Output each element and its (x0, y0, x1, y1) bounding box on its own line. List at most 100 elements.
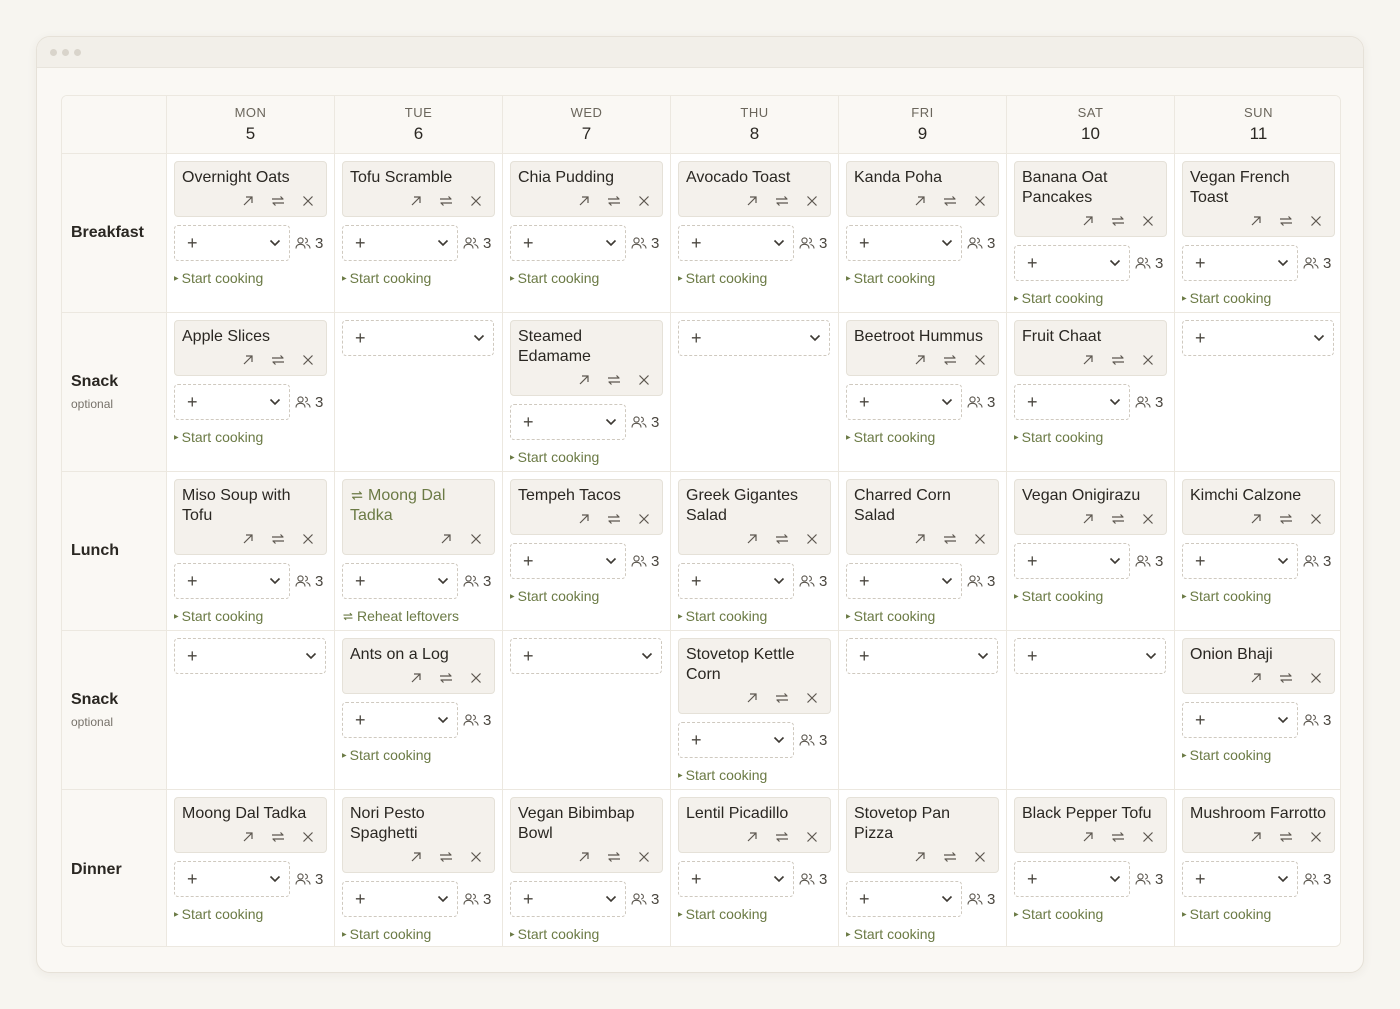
start-cooking-link[interactable]: ▶ Start cooking (846, 608, 999, 624)
add-meal-select[interactable]: + (1182, 702, 1298, 738)
swap-recipe-icon[interactable] (437, 669, 455, 687)
recipe-title[interactable]: Mushroom Farrotto (1190, 804, 1327, 824)
swap-recipe-icon[interactable] (773, 192, 791, 210)
servings-count[interactable]: 3 (799, 871, 827, 888)
swap-recipe-icon[interactable] (1109, 351, 1127, 369)
remove-recipe-icon[interactable] (467, 530, 485, 548)
open-recipe-icon[interactable] (407, 192, 425, 210)
start-cooking-link[interactable]: ▶ Start cooking (1182, 290, 1335, 306)
recipe-title[interactable]: Stovetop Kettle Corn (686, 645, 823, 685)
recipe-title[interactable]: Beetroot Hummus (854, 327, 991, 347)
add-meal-select[interactable]: + (1014, 638, 1166, 674)
recipe-card[interactable]: Chia Pudding (510, 161, 663, 217)
add-meal-select[interactable]: + (342, 881, 458, 917)
recipe-card[interactable]: Vegan French Toast (1182, 161, 1335, 237)
swap-recipe-icon[interactable] (269, 351, 287, 369)
add-meal-select[interactable]: + (174, 225, 290, 261)
remove-recipe-icon[interactable] (299, 351, 317, 369)
servings-count[interactable]: 3 (463, 712, 491, 729)
recipe-title[interactable]: Chia Pudding (518, 168, 655, 188)
recipe-title[interactable]: Vegan Bibimbap Bowl (518, 804, 655, 844)
swap-recipe-icon[interactable] (437, 192, 455, 210)
start-cooking-link[interactable]: ▶ Start cooking (510, 588, 663, 604)
recipe-title[interactable]: Steamed Edamame (518, 327, 655, 367)
recipe-title[interactable]: Charred Corn Salad (854, 486, 991, 526)
open-recipe-icon[interactable] (575, 371, 593, 389)
reheat-leftovers-link[interactable]: Reheat leftovers (342, 608, 495, 624)
recipe-card[interactable]: Kimchi Calzone (1182, 479, 1335, 535)
remove-recipe-icon[interactable] (635, 192, 653, 210)
remove-recipe-icon[interactable] (467, 669, 485, 687)
recipe-card[interactable]: Stovetop Kettle Corn (678, 638, 831, 714)
start-cooking-link[interactable]: ▶ Start cooking (1014, 906, 1167, 922)
recipe-title[interactable]: Nori Pesto Spaghetti (350, 804, 487, 844)
start-cooking-link[interactable]: ▶ Start cooking (1014, 429, 1167, 445)
remove-recipe-icon[interactable] (1139, 351, 1157, 369)
add-meal-select[interactable]: + (342, 563, 458, 599)
recipe-card[interactable]: Onion Bhaji (1182, 638, 1335, 694)
add-meal-select[interactable]: + (510, 543, 626, 579)
servings-count[interactable]: 3 (631, 891, 659, 908)
swap-recipe-icon[interactable] (1109, 828, 1127, 846)
start-cooking-link[interactable]: ▶ Start cooking (510, 926, 663, 942)
servings-count[interactable]: 3 (295, 871, 323, 888)
add-meal-select[interactable]: + (174, 563, 290, 599)
start-cooking-link[interactable]: ▶ Start cooking (1182, 906, 1335, 922)
servings-count[interactable]: 3 (967, 573, 995, 590)
add-meal-select[interactable]: + (1014, 384, 1130, 420)
recipe-card[interactable]: Ants on a Log (342, 638, 495, 694)
open-recipe-icon[interactable] (911, 848, 929, 866)
swap-recipe-icon[interactable] (605, 510, 623, 528)
start-cooking-link[interactable]: ▶ Start cooking (678, 608, 831, 624)
servings-count[interactable]: 3 (631, 414, 659, 431)
open-recipe-icon[interactable] (1247, 510, 1265, 528)
open-recipe-icon[interactable] (575, 192, 593, 210)
remove-recipe-icon[interactable] (299, 192, 317, 210)
swap-recipe-icon[interactable] (941, 192, 959, 210)
recipe-card[interactable]: Overnight Oats (174, 161, 327, 217)
remove-recipe-icon[interactable] (1307, 828, 1325, 846)
swap-recipe-icon[interactable] (941, 848, 959, 866)
remove-recipe-icon[interactable] (467, 848, 485, 866)
servings-count[interactable]: 3 (799, 573, 827, 590)
recipe-card[interactable]: Moong Dal Tadka (174, 797, 327, 853)
add-meal-select[interactable]: + (510, 225, 626, 261)
add-meal-select[interactable]: + (1182, 861, 1298, 897)
open-recipe-icon[interactable] (437, 530, 455, 548)
servings-count[interactable]: 3 (1303, 712, 1331, 729)
add-meal-select[interactable]: + (678, 722, 794, 758)
servings-count[interactable]: 3 (1135, 394, 1163, 411)
servings-count[interactable]: 3 (967, 235, 995, 252)
add-meal-select[interactable]: + (1182, 320, 1334, 356)
recipe-title[interactable]: Kimchi Calzone (1190, 486, 1327, 506)
recipe-title[interactable]: Ants on a Log (350, 645, 487, 665)
add-meal-select[interactable]: + (174, 384, 290, 420)
open-recipe-icon[interactable] (911, 351, 929, 369)
recipe-card[interactable]: Avocado Toast (678, 161, 831, 217)
remove-recipe-icon[interactable] (1139, 212, 1157, 230)
recipe-card[interactable]: Charred Corn Salad (846, 479, 999, 555)
swap-recipe-icon[interactable] (1277, 212, 1295, 230)
open-recipe-icon[interactable] (575, 510, 593, 528)
open-recipe-icon[interactable] (1079, 351, 1097, 369)
swap-recipe-icon[interactable] (1277, 828, 1295, 846)
open-recipe-icon[interactable] (1079, 828, 1097, 846)
swap-recipe-icon[interactable] (941, 530, 959, 548)
remove-recipe-icon[interactable] (635, 848, 653, 866)
open-recipe-icon[interactable] (239, 351, 257, 369)
remove-recipe-icon[interactable] (971, 351, 989, 369)
add-meal-select[interactable]: + (678, 225, 794, 261)
servings-count[interactable]: 3 (799, 732, 827, 749)
add-meal-select[interactable]: + (174, 861, 290, 897)
start-cooking-link[interactable]: ▶ Start cooking (342, 270, 495, 286)
servings-count[interactable]: 3 (1135, 553, 1163, 570)
recipe-title[interactable]: Moong Dal Tadka (182, 804, 319, 824)
open-recipe-icon[interactable] (911, 192, 929, 210)
recipe-card[interactable]: Banana Oat Pancakes (1014, 161, 1167, 237)
recipe-card[interactable]: Nori Pesto Spaghetti (342, 797, 495, 873)
start-cooking-link[interactable]: ▶ Start cooking (510, 449, 663, 465)
recipe-card[interactable]: Apple Slices (174, 320, 327, 376)
swap-recipe-icon[interactable] (605, 371, 623, 389)
start-cooking-link[interactable]: ▶ Start cooking (846, 270, 999, 286)
servings-count[interactable]: 3 (631, 553, 659, 570)
